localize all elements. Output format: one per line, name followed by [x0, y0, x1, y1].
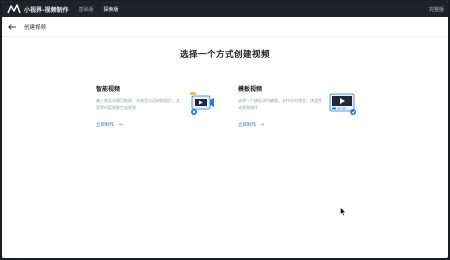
arrow-right-icon: →	[118, 122, 123, 128]
card-description: 选择一个模板进行编辑，支持实时预览，快速完成视频制作	[238, 98, 322, 110]
video-camera-icon	[186, 90, 216, 118]
page-header: 创建视频	[2, 17, 448, 37]
smart-video-card[interactable]: 智能视频 输入商品详情页链接，系统会自动抓取图片、文案等内容智能生成视频 立即制…	[96, 80, 246, 140]
arrow-left-icon[interactable]	[8, 23, 16, 31]
card-description: 输入商品详情页链接，系统会自动抓取图片、文案等内容智能生成视频	[96, 98, 180, 110]
video-template-icon	[328, 90, 358, 118]
tab-basic[interactable]: 基础版	[79, 6, 94, 13]
link-label: 立即制作	[238, 123, 256, 128]
template-video-create-link[interactable]: 立即制作 →	[238, 122, 264, 128]
smart-video-create-link[interactable]: 立即制作 →	[96, 122, 122, 128]
link-label: 立即制作	[96, 123, 114, 128]
arrow-right-icon: →	[260, 122, 265, 128]
main-title: 选择一个方式创建视频	[179, 50, 270, 60]
card-title: 智能视频	[96, 86, 121, 93]
full-version-link[interactable]: 完整版	[429, 6, 444, 13]
tab-explore[interactable]: 探索版	[104, 6, 119, 13]
app-title: 小视界-视频制作	[24, 6, 69, 14]
mouse-cursor-icon	[340, 201, 346, 216]
app-window: 小视界-视频制作 基础版 探索版 完整版 创建视频 选择一个方式创建视频 智能视…	[2, 1, 448, 258]
card-title: 模板视频	[238, 86, 263, 93]
page-title: 创建视频	[24, 24, 47, 31]
top-bar: 小视界-视频制作 基础版 探索版 完整版	[2, 1, 448, 17]
logo-icon[interactable]	[7, 3, 21, 15]
template-video-card[interactable]: 模板视频 选择一个模板进行编辑，支持实时预览，快速完成视频制作 立即制作 →	[238, 80, 388, 140]
